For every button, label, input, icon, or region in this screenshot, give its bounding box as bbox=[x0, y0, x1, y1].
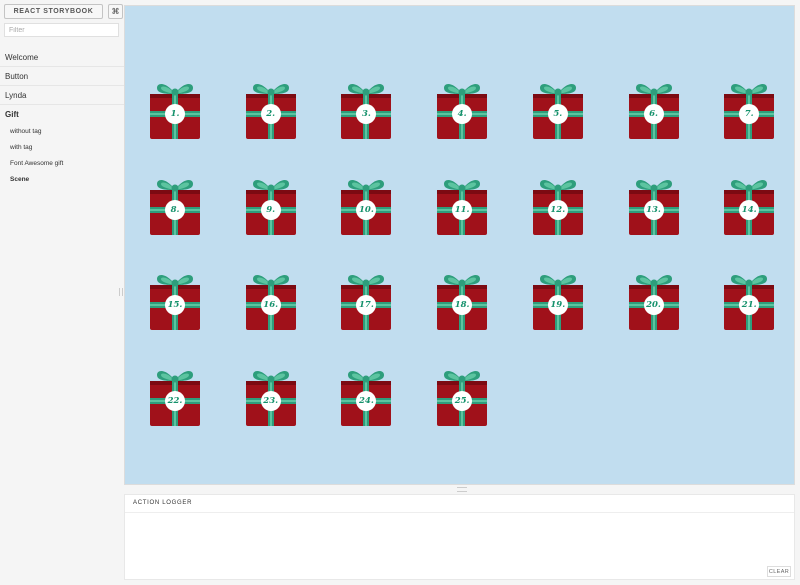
gift-box[interactable]: 9. bbox=[245, 176, 297, 236]
gift-box[interactable]: 14. bbox=[723, 176, 775, 236]
gift-number-label: 15. bbox=[167, 300, 183, 310]
gift-number-label: 9. bbox=[266, 204, 276, 215]
nav-kind-gift[interactable]: Gift bbox=[0, 105, 124, 124]
gift-box[interactable]: 25. bbox=[436, 367, 488, 427]
gift-number-label: 10. bbox=[358, 204, 374, 215]
gift-number-label: 13. bbox=[646, 204, 661, 215]
gift-number-label: 3. bbox=[361, 109, 371, 119]
gift-box[interactable]: 15. bbox=[149, 271, 201, 331]
gift-number-label: 23. bbox=[263, 395, 279, 406]
story-preview: 1. 2. 3. 4. 5. 6. 7. 8. 9. 10. 11. 12. 13. 14. 15. 16. 1… bbox=[124, 5, 795, 485]
gift-number-label: 5. bbox=[553, 109, 563, 119]
brand-row: REACT STORYBOOK ⌘ bbox=[4, 4, 123, 19]
gift-box[interactable]: 10. bbox=[340, 176, 392, 236]
gift-box[interactable]: 1. bbox=[149, 80, 201, 140]
gift-box[interactable]: 7. bbox=[723, 80, 775, 140]
keyboard-shortcut-icon[interactable]: ⌘ bbox=[108, 4, 123, 19]
gift-number-label: 22. bbox=[167, 395, 183, 406]
gift-number-label: 12. bbox=[550, 204, 566, 215]
gift-box[interactable]: 5. bbox=[532, 80, 584, 140]
gift-box[interactable]: 8. bbox=[149, 176, 201, 236]
nav-story-without-tag[interactable]: without tag bbox=[0, 124, 124, 140]
gift-box[interactable]: 2. bbox=[245, 80, 297, 140]
gift-number-label: 1. bbox=[170, 109, 180, 119]
gift-number-label: 17. bbox=[358, 300, 374, 310]
gift-number-label: 14. bbox=[741, 204, 757, 215]
gift-box[interactable]: 4. bbox=[436, 80, 488, 140]
nav-kind-welcome[interactable]: Welcome bbox=[0, 48, 124, 67]
storybook-brand-button[interactable]: REACT STORYBOOK bbox=[4, 4, 103, 19]
gift-number-label: 4. bbox=[457, 109, 467, 119]
gift-number-label: 6. bbox=[649, 109, 658, 119]
action-logger-panel: ACTION LOGGER CLEAR bbox=[124, 494, 795, 580]
gift-box[interactable]: 23. bbox=[245, 367, 297, 427]
gift-number-label: 7. bbox=[744, 109, 754, 119]
gift-box[interactable]: 6. bbox=[628, 80, 680, 140]
gift-box[interactable]: 20. bbox=[628, 271, 680, 331]
gift-box[interactable]: 24. bbox=[340, 367, 392, 427]
sidebar: REACT STORYBOOK ⌘ Welcome Button Lynda G… bbox=[0, 0, 124, 585]
nav-kind-button[interactable]: Button bbox=[0, 67, 124, 86]
gift-box[interactable]: 12. bbox=[532, 176, 584, 236]
sidebar-resize-handle[interactable] bbox=[119, 288, 123, 296]
gift-number-label: 18. bbox=[454, 300, 470, 310]
nav-story-font-awesome-gift[interactable]: Font Awesome gift bbox=[0, 156, 124, 172]
gift-number-label: 11. bbox=[454, 204, 470, 215]
gift-box[interactable]: 16. bbox=[245, 271, 297, 331]
gift-box[interactable]: 21. bbox=[723, 271, 775, 331]
gift-box[interactable]: 13. bbox=[628, 176, 680, 236]
story-nav: Welcome Button Lynda Gift without tag wi… bbox=[0, 48, 124, 188]
gift-number-label: 25. bbox=[454, 395, 470, 406]
gift-box[interactable]: 19. bbox=[532, 271, 584, 331]
gift-box[interactable]: 17. bbox=[340, 271, 392, 331]
nav-story-scene[interactable]: Scene bbox=[0, 172, 124, 188]
filter-input[interactable] bbox=[4, 23, 119, 37]
gift-number-label: 21. bbox=[741, 300, 757, 310]
action-logger-title: ACTION LOGGER bbox=[133, 500, 193, 506]
gift-number-label: 24. bbox=[358, 395, 374, 406]
divider bbox=[125, 512, 794, 513]
nav-kind-lynda[interactable]: Lynda bbox=[0, 86, 124, 105]
gift-box[interactable]: 3. bbox=[340, 80, 392, 140]
gift-number-label: 2. bbox=[266, 109, 276, 119]
panel-resize-handle[interactable] bbox=[457, 487, 467, 492]
gift-number-label: 8. bbox=[170, 204, 180, 215]
gift-box[interactable]: 11. bbox=[436, 176, 488, 236]
gift-number-label: 19. bbox=[550, 300, 566, 310]
gift-box[interactable]: 22. bbox=[149, 367, 201, 427]
clear-button[interactable]: CLEAR bbox=[767, 566, 791, 577]
gift-number-label: 16. bbox=[263, 300, 279, 310]
gift-number-label: 20. bbox=[646, 300, 661, 310]
gift-box[interactable]: 18. bbox=[436, 271, 488, 331]
nav-story-with-tag[interactable]: with tag bbox=[0, 140, 124, 156]
